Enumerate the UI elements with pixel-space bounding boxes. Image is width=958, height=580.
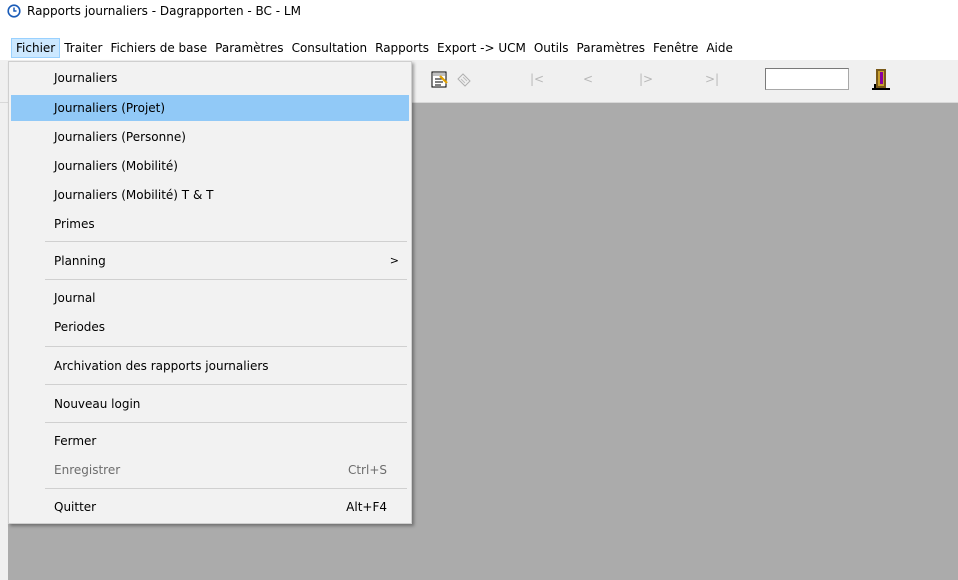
menu-fichiers-de-base[interactable]: Fichiers de base bbox=[106, 38, 211, 58]
menu-separator bbox=[45, 241, 407, 242]
menu-item-periodes[interactable]: Periodes bbox=[11, 314, 409, 340]
menu-item-journaliers-projet[interactable]: Journaliers (Projet) bbox=[11, 95, 409, 121]
window-frame-edge bbox=[0, 103, 8, 580]
menu-separator bbox=[45, 384, 407, 385]
last-record-icon[interactable]: >| bbox=[705, 72, 719, 86]
menu-item-journal[interactable]: Journal bbox=[11, 285, 409, 311]
fichier-dropdown-menu: Journaliers Journaliers (Projet) Journal… bbox=[8, 61, 412, 524]
exit-door-icon[interactable] bbox=[870, 66, 892, 92]
first-record-icon[interactable]: |< bbox=[530, 72, 544, 86]
next-record-icon[interactable]: |> bbox=[639, 72, 653, 86]
menu-item-journaliers-mobilite-tt[interactable]: Journaliers (Mobilité) T & T bbox=[11, 182, 409, 208]
menu-item-nouveau-login[interactable]: Nouveau login bbox=[11, 391, 409, 417]
record-field[interactable] bbox=[765, 68, 849, 90]
menu-item-archivation[interactable]: Archivation des rapports journaliers bbox=[11, 353, 409, 379]
menu-fenetre[interactable]: Fenêtre bbox=[649, 38, 702, 58]
menu-separator bbox=[45, 488, 407, 489]
menu-item-enregistrer: Enregistrer Ctrl+S bbox=[11, 457, 409, 483]
menu-separator bbox=[45, 279, 407, 280]
clock-icon bbox=[7, 3, 21, 18]
menu-aide[interactable]: Aide bbox=[702, 38, 737, 58]
menu-bar: Fichier Traiter Fichiers de base Paramèt… bbox=[0, 37, 958, 59]
window-title: Rapports journaliers - Dagrapporten - BC… bbox=[27, 3, 301, 18]
menu-fichier[interactable]: Fichier bbox=[11, 38, 61, 58]
menu-separator bbox=[45, 422, 407, 423]
menu-separator bbox=[45, 346, 407, 347]
menu-parametres-2[interactable]: Paramètres bbox=[573, 38, 649, 58]
menu-traiter[interactable]: Traiter bbox=[60, 38, 106, 58]
previous-record-icon[interactable]: < bbox=[583, 72, 593, 86]
title-bar: Rapports journaliers - Dagrapporten - BC… bbox=[0, 0, 958, 21]
menu-item-journaliers-personne[interactable]: Journaliers (Personne) bbox=[11, 124, 409, 150]
menu-consultation[interactable]: Consultation bbox=[288, 38, 372, 58]
disabled-sheet-icon bbox=[457, 73, 471, 87]
submenu-arrow-icon: > bbox=[389, 254, 399, 267]
menu-export-ucm[interactable]: Export -> UCM bbox=[433, 38, 530, 58]
shortcut-label: Ctrl+S bbox=[347, 463, 387, 477]
shortcut-label: Alt+F4 bbox=[346, 500, 387, 514]
menu-item-planning[interactable]: Planning > bbox=[11, 248, 409, 274]
menu-item-primes[interactable]: Primes bbox=[11, 211, 409, 237]
menu-item-quitter[interactable]: Quitter Alt+F4 bbox=[11, 494, 409, 520]
menu-item-journaliers-mobilite[interactable]: Journaliers (Mobilité) bbox=[11, 153, 409, 179]
menu-item-journaliers[interactable]: Journaliers bbox=[11, 65, 409, 91]
edit-sheet-icon[interactable] bbox=[430, 70, 450, 90]
menu-outils[interactable]: Outils bbox=[530, 38, 573, 58]
menu-rapports[interactable]: Rapports bbox=[371, 38, 433, 58]
menu-item-fermer[interactable]: Fermer bbox=[11, 428, 409, 454]
menu-parametres[interactable]: Paramètres bbox=[211, 38, 287, 58]
